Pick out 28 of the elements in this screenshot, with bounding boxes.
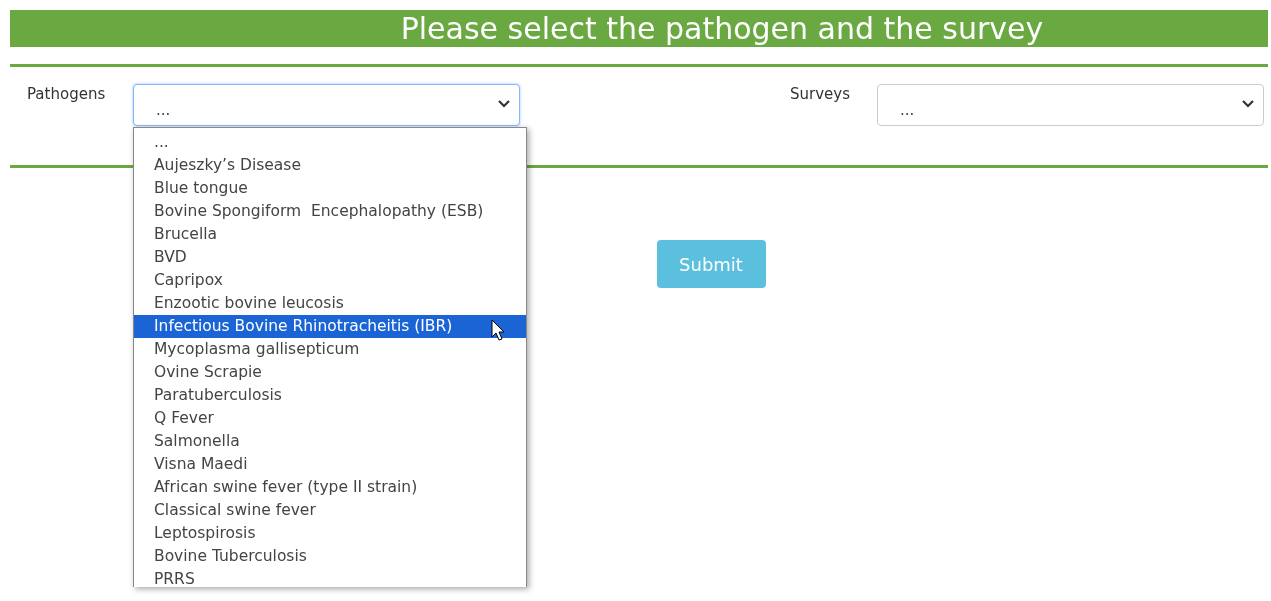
mouse-cursor-icon (491, 319, 505, 341)
field-label: Pathogens (27, 85, 107, 103)
dropdown-option[interactable]: BVD (134, 246, 526, 269)
survey-select[interactable]: ... (877, 84, 1264, 126)
chevron-down-icon (497, 99, 511, 109)
dropdown-option[interactable]: Capripox (134, 269, 526, 292)
dropdown-option[interactable]: Bovine Spongiform Encephalopathy (ESB) (134, 200, 526, 223)
dropdown-option[interactable]: Blue tongue (134, 177, 526, 200)
dropdown-option[interactable]: Paratuberculosis (134, 384, 526, 407)
dropdown-option[interactable]: Salmonella (134, 430, 526, 453)
dropdown-option[interactable]: Classical swine fever (134, 499, 526, 522)
dropdown-option[interactable]: Bovine Tuberculosis (134, 545, 526, 568)
dropdown-option[interactable]: Aujeszky’s Disease (134, 154, 526, 177)
dropdown-option[interactable]: Infectious Bovine Rhinotracheitis (IBR) (134, 315, 526, 338)
dropdown-option[interactable]: Mycoplasma gallisepticum (134, 338, 526, 361)
dropdown-option[interactable]: ... (134, 131, 526, 154)
dropdown-option[interactable]: Ovine Scrapie (134, 361, 526, 384)
field-label: Surveys (790, 85, 851, 103)
chevron-down-icon (1241, 99, 1255, 109)
pathogen-select[interactable]: ... (133, 84, 520, 126)
dropdown-option[interactable]: PRRS (134, 568, 526, 587)
dropdown-option[interactable]: Q Fever (134, 407, 526, 430)
dropdown-option[interactable]: Brucella (134, 223, 526, 246)
dropdown-option[interactable]: African swine fever (type II strain) (134, 476, 526, 499)
page-title: Please select the pathogen and the survey (400, 10, 1044, 47)
dropdown-option[interactable]: Enzootic bovine leucosis (134, 292, 526, 315)
dropdown-option[interactable]: Visna Maedi (134, 453, 526, 476)
dropdown-option[interactable]: Leptospirosis (134, 522, 526, 545)
